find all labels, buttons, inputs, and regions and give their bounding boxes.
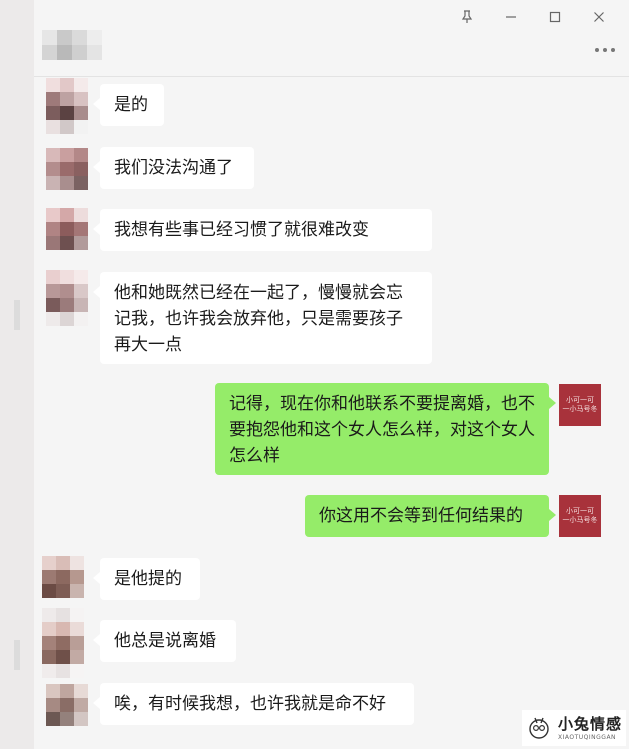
watermark-title: 小兔情感 — [558, 715, 623, 733]
message-bubble-incoming: 他总是说离婚 — [93, 620, 236, 662]
watermark-subtitle: XIAOTUQINGGAN — [558, 734, 617, 741]
my-avatar[interactable]: 小可一可 一小马号冬 — [559, 495, 601, 537]
my-avatar[interactable]: 小可一可 一小马号冬 — [559, 384, 601, 426]
message-bubble-incoming: 我想有些事已经习惯了就很难改变 — [93, 209, 432, 251]
message-bubble-outgoing: 你这用不会等到任何结果的 — [305, 495, 556, 537]
message-bubble-incoming: 是他提的 — [93, 558, 200, 600]
chat-window: 是的 我们没法沟通了 我想有些事已经习惯了就很难改变 他和她既然已经在一起了，慢… — [34, 0, 629, 749]
more-horizontal-icon[interactable] — [595, 44, 619, 56]
contact-avatar[interactable] — [46, 148, 88, 192]
watermark-logo: 小兔情感 XIAOTUQINGGAN — [522, 710, 626, 746]
chat-header — [34, 0, 629, 77]
scroll-marker — [14, 300, 20, 330]
contact-avatar[interactable] — [42, 556, 88, 600]
pin-icon[interactable] — [445, 6, 489, 28]
contact-avatar[interactable] — [46, 208, 88, 252]
contact-avatar[interactable] — [46, 684, 88, 728]
rabbit-logo-icon — [529, 717, 549, 739]
contact-avatar[interactable] — [46, 78, 88, 136]
message-bubble-incoming: 是的 — [93, 84, 164, 126]
contact-name-blurred — [42, 30, 104, 60]
message-bubble-incoming: 我们没法沟通了 — [93, 147, 254, 189]
message-bubble-incoming: 唉，有时候我想，也许我就是命不好 — [93, 683, 414, 725]
message-bubble-incoming: 他和她既然已经在一起了，慢慢就会忘记我，也许我会放弃他，只是需要孩子再大一点 — [93, 272, 432, 364]
contact-avatar[interactable] — [42, 608, 88, 680]
window-controls — [445, 6, 621, 28]
minimize-icon[interactable] — [489, 6, 533, 28]
contact-avatar[interactable] — [46, 270, 88, 328]
scroll-marker — [14, 640, 20, 670]
close-icon[interactable] — [577, 6, 621, 28]
message-bubble-outgoing: 记得，现在你和他联系不要提离婚，也不要抱怨他和这个女人怎么样，对这个女人怎么样 — [215, 383, 556, 475]
maximize-icon[interactable] — [533, 6, 577, 28]
left-panel-edge — [0, 0, 34, 749]
